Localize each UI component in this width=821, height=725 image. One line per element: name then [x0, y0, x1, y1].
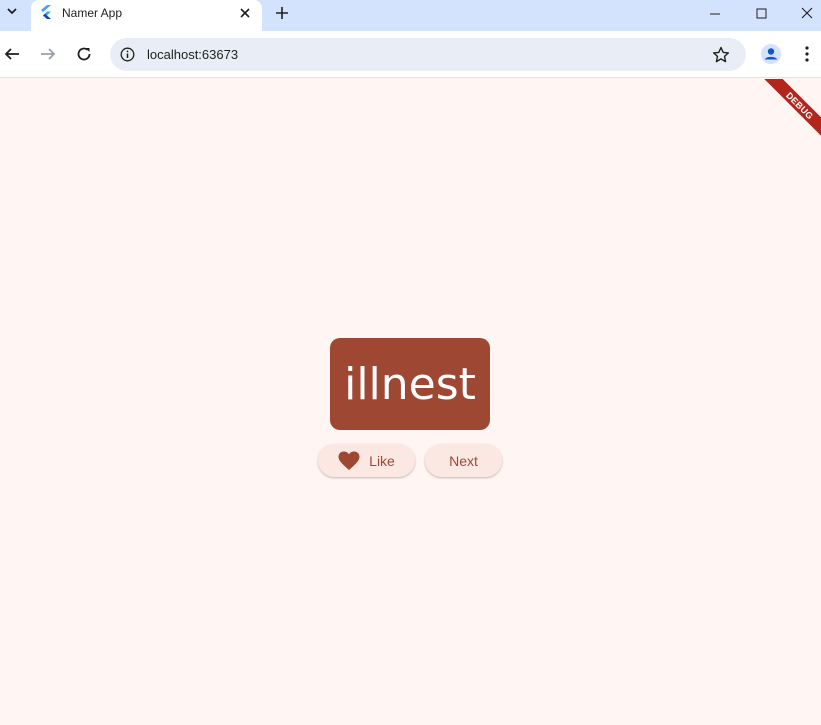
app-content: DEBUG illnest Like Next: [0, 79, 821, 725]
plus-icon: [276, 7, 288, 19]
info-icon[interactable]: [119, 46, 136, 63]
heart-icon: [338, 451, 360, 471]
bookmark-button[interactable]: [711, 45, 731, 65]
reload-button[interactable]: [72, 42, 96, 66]
star-icon: [712, 46, 730, 63]
close-window-button[interactable]: [784, 0, 821, 26]
maximize-icon: [756, 8, 766, 18]
debug-banner: DEBUG: [756, 79, 821, 149]
reload-icon: [77, 47, 91, 61]
arrow-left-icon: [4, 48, 19, 60]
arrow-right-icon: [41, 48, 56, 60]
url-text[interactable]: localhost:63673: [147, 47, 238, 62]
maximize-button[interactable]: [738, 0, 784, 26]
tab-close-button[interactable]: [236, 4, 254, 22]
flutter-logo-icon: [40, 5, 52, 19]
next-button[interactable]: Next: [425, 444, 502, 477]
browser-toolbar: localhost:63673: [0, 31, 821, 78]
minimize-icon: [709, 13, 720, 14]
back-button[interactable]: [0, 42, 24, 66]
menu-button[interactable]: [799, 43, 815, 65]
tab-search-button[interactable]: [0, 0, 24, 26]
next-button-label: Next: [449, 452, 478, 469]
forward-button[interactable]: [36, 42, 60, 66]
chevron-down-icon: [6, 4, 18, 22]
browser-tab[interactable]: Namer App: [31, 0, 262, 31]
close-icon: [240, 8, 250, 18]
minimize-button[interactable]: [692, 0, 738, 26]
profile-button[interactable]: [760, 43, 782, 65]
like-button[interactable]: Like: [318, 444, 415, 477]
word-card: illnest: [330, 338, 490, 430]
tab-strip: Namer App: [0, 0, 821, 31]
tab-title: Namer App: [62, 6, 123, 20]
more-vert-icon: [805, 46, 809, 62]
new-tab-button[interactable]: [272, 3, 292, 23]
like-button-label: Like: [369, 452, 395, 469]
address-bar[interactable]: localhost:63673: [110, 38, 746, 71]
profile-icon: [761, 44, 781, 64]
word-pair-text: illnest: [344, 358, 476, 410]
close-icon: [801, 7, 813, 19]
